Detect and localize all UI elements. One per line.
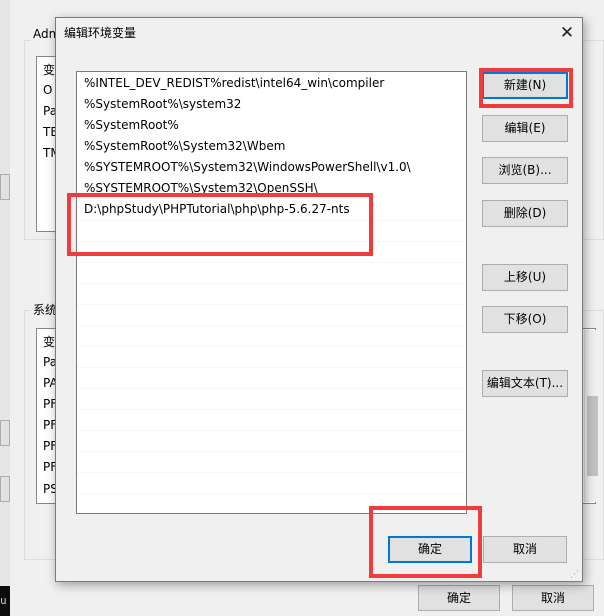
path-entry[interactable]: %SYSTEMROOT%\System32\WindowsPowerShell\…	[77, 157, 466, 178]
annotation-box-ok-button	[369, 506, 482, 578]
empty-row	[77, 472, 466, 493]
delete-button[interactable]: 删除(D)	[482, 200, 568, 227]
path-entries-list[interactable]: %INTEL_DEV_REDIST%redist\intel64_win\com…	[76, 71, 467, 514]
empty-row	[77, 388, 466, 409]
annotation-box-new-button	[479, 68, 573, 108]
path-entry[interactable]: %SystemRoot%\system32	[77, 94, 466, 115]
close-icon[interactable]: ✕	[552, 18, 582, 48]
empty-row	[77, 304, 466, 325]
browse-button[interactable]: 浏览(B)...	[482, 157, 568, 184]
list-item[interactable]: O	[43, 83, 52, 97]
empty-row	[77, 367, 466, 388]
move-down-button[interactable]: 下移(O)	[482, 306, 568, 333]
annotation-box-new-path-entry	[67, 193, 373, 256]
resize-grip-icon[interactable]: ⋰	[570, 570, 579, 580]
background-button-fragment[interactable]	[0, 476, 10, 502]
background-cancel-button[interactable]: 取消	[512, 585, 594, 611]
path-entry[interactable]: %INTEL_DEV_REDIST%redist\intel64_win\com…	[77, 73, 466, 94]
empty-row	[77, 430, 466, 451]
background-ok-button[interactable]: 确定	[418, 585, 500, 611]
edit-text-button[interactable]: 编辑文本(T)...	[482, 370, 568, 397]
empty-row	[77, 325, 466, 346]
empty-row	[77, 346, 466, 367]
path-entry[interactable]: %SystemRoot%\System32\Wbem	[77, 136, 466, 157]
empty-row	[77, 262, 466, 283]
background-window-edge	[0, 0, 10, 616]
console-text: u	[0, 594, 7, 607]
scrollbar-thumb[interactable]	[587, 396, 598, 476]
empty-row	[77, 283, 466, 304]
background-button-fragment[interactable]	[0, 420, 10, 446]
list-item[interactable]: 变	[43, 61, 55, 78]
cancel-button[interactable]: 取消	[483, 536, 567, 563]
path-entry[interactable]: %SystemRoot%	[77, 115, 466, 136]
background-button-fragment[interactable]	[0, 174, 10, 200]
empty-row	[77, 409, 466, 430]
dialog-title: 编辑环境变量	[64, 26, 137, 40]
empty-row	[77, 451, 466, 472]
console-window-fragment: u	[0, 586, 10, 616]
list-item[interactable]: 变	[43, 333, 55, 350]
move-up-button[interactable]: 上移(U)	[482, 264, 568, 291]
edit-button[interactable]: 编辑(E)	[482, 115, 568, 142]
